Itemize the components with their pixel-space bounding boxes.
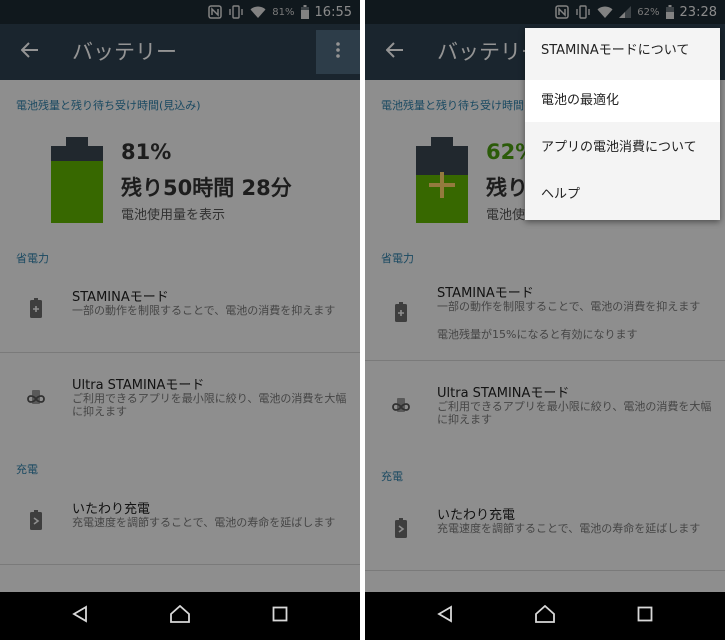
battery-status-icon [665,5,674,19]
overflow-popup-menu: STAMINAモードについて 電池の最適化 アプリの電池消費について ヘルプ [525,28,720,220]
nav-recents-icon [272,606,288,626]
status-bar: 81% 16:55 [0,0,360,24]
infinity-battery-icon [22,384,50,412]
battery-usage-link[interactable]: 電池使用量を表示 [121,204,225,223]
battery-status-icon [300,5,309,19]
battery-settings-content: 電池残量と残り待ち受け時間(見込み) 81% 残り50時間 28分 電池使用量を… [0,80,360,592]
navigation-bar [0,592,360,640]
stamina-title: STAMINAモード [72,290,169,305]
charging-header: 充電 [381,470,403,483]
navigation-bar [365,592,725,640]
back-button[interactable] [375,32,415,72]
nav-home-icon [535,604,555,627]
care-charging-item[interactable]: いたわり充電 充電速度を調節することで、電池の寿命を延ばします [365,492,725,568]
ultra-stamina-desc: ご利用できるアプリを最小限に絞り、電池の消費を大幅に抑えます [72,392,347,418]
nav-back-button[interactable] [415,592,475,640]
battery-fill [51,160,103,223]
ultra-stamina-desc: ご利用できるアプリを最小限に絞り、電池の消費を大幅に抑えます [437,400,712,426]
status-time: 23:28 [679,4,717,20]
phone-screen-right: 62% 23:28 バッテリー 電池残量と残り待ち受け時間(見込み) 62% 残… [365,0,725,640]
phone-screen-left: 81% 16:55 バッテリー 電池残量と残り待ち受け時間(見込み) 81% 残… [0,0,360,640]
power-saving-header: 省電力 [16,252,49,265]
ultra-stamina-title: Ultra STAMINAモード [437,386,570,401]
power-saving-header: 省電力 [381,252,414,265]
divider [365,570,725,571]
app-bar: バッテリー [0,24,360,80]
stamina-desc: 一部の動作を制限することで、電池の消費を抑えます [72,304,336,317]
nav-recents-button[interactable] [615,592,675,640]
battery-heart-icon [22,506,50,534]
battery-percent-status: 62% [637,6,660,18]
divider [0,564,360,565]
nav-recents-button[interactable] [250,592,310,640]
battery-level-graphic [416,137,468,223]
divider [0,352,360,353]
ultra-stamina-title: Ultra STAMINAモード [72,378,205,393]
overflow-menu-button[interactable] [316,30,360,74]
nfc-icon [208,5,223,19]
remaining-time: 残り [486,176,528,200]
stamina-desc: 一部の動作を制限することで、電池の消費を抑えます [437,300,701,313]
ultra-stamina-mode-item[interactable]: Ultra STAMINAモード ご利用できるアプリを最小限に絞り、電池の消費を… [365,364,725,444]
menu-item-app-battery-usage[interactable]: アプリの電池消費について [525,127,720,169]
nav-recents-icon [637,606,653,626]
battery-section-header: 電池残量と残り待ち受け時間(見込み) [16,99,201,112]
status-time: 16:55 [314,4,352,20]
remaining-time: 残り50時間 28分 [121,176,292,200]
screenshot-stage: 81% 16:55 バッテリー 電池残量と残り待ち受け時間(見込み) 81% 残… [0,0,725,640]
battery-plus-icon [387,298,415,326]
menu-item-about-stamina[interactable]: STAMINAモードについて [525,30,720,72]
stamina-auto-desc: 電池残量が15%になると有効になります [437,328,638,341]
charging-header: 充電 [16,463,38,476]
nav-back-icon [437,605,453,627]
nfc-icon [555,5,570,19]
vibrate-icon [228,5,244,19]
ultra-stamina-mode-item[interactable]: Ultra STAMINAモード ご利用できるアプリを最小限に絞り、電池の消費を… [0,356,360,436]
nav-back-button[interactable] [50,592,110,640]
status-bar: 62% 23:28 [365,0,725,24]
stamina-mode-item[interactable]: STAMINAモード 一部の動作を制限することで、電池の消費を抑えます [0,272,360,352]
nav-home-icon [170,604,190,627]
charging-plus-icon [416,146,468,223]
signal-icon [619,6,632,18]
page-title: バッテリー [72,40,177,64]
battery-plus-icon [22,294,50,322]
battery-percent-status: 81% [272,6,295,18]
battery-level-graphic [51,137,103,223]
wifi-icon [250,6,266,19]
stamina-title: STAMINAモード [437,286,534,301]
nav-back-icon [72,605,88,627]
vibrate-icon [575,5,591,19]
back-arrow-icon [20,42,39,62]
menu-item-battery-optimization[interactable]: 電池の最適化 [525,80,720,122]
nav-home-button[interactable] [150,592,210,640]
stamina-mode-item[interactable]: STAMINAモード 一部の動作を制限することで、電池の消費を抑えます 電池残量… [365,272,725,360]
battery-heart-icon [387,514,415,542]
back-arrow-icon [385,42,404,62]
back-button[interactable] [10,32,50,72]
divider [365,360,725,361]
care-charging-item[interactable]: いたわり充電 充電速度を調節することで、電池の寿命を延ばします [0,484,360,560]
care-charging-title: いたわり充電 [437,508,516,523]
infinity-battery-icon [387,392,415,420]
more-vert-icon [336,42,340,62]
care-charging-title: いたわり充電 [72,502,151,517]
care-charging-desc: 充電速度を調節することで、電池の寿命を延ばします [437,522,701,535]
nav-home-button[interactable] [515,592,575,640]
wifi-icon [597,6,613,19]
menu-item-help[interactable]: ヘルプ [525,174,720,216]
battery-percent: 81% [121,140,172,164]
care-charging-desc: 充電速度を調節することで、電池の寿命を延ばします [72,516,336,529]
battery-usage-link[interactable]: 電池使 [486,204,525,223]
